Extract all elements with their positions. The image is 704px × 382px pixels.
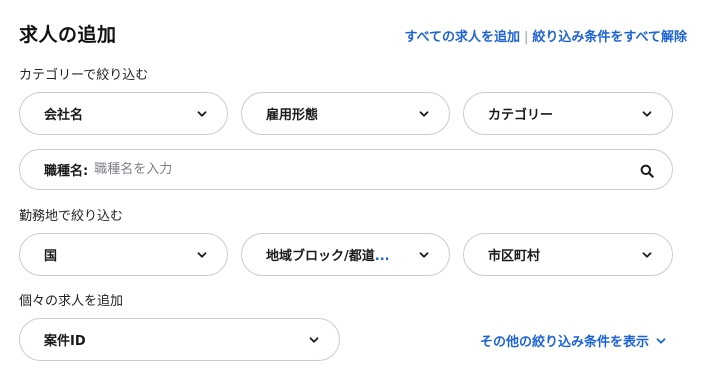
- job-title-input[interactable]: [94, 162, 640, 177]
- individual-jobs-label: 個々の求人を追加: [19, 294, 124, 309]
- city-dropdown-label: 市区町村: [488, 249, 541, 264]
- job-title-field-label: 職種名:: [44, 164, 89, 179]
- search-icon[interactable]: [640, 163, 654, 178]
- city-dropdown[interactable]: 市区町村: [463, 233, 673, 276]
- chevron-down-icon: [197, 250, 207, 260]
- category-filter-label: カテゴリーで絞り込む: [19, 68, 149, 83]
- country-dropdown[interactable]: 国: [19, 233, 228, 276]
- region-prefecture-dropdown-label: 地域ブロック/都道...: [266, 245, 419, 264]
- company-name-dropdown-label: 会社名: [44, 108, 84, 123]
- country-dropdown-label: 国: [44, 249, 58, 264]
- chevron-down-icon: [419, 250, 429, 260]
- truncation-ellipsis: ...: [374, 249, 390, 264]
- header-links: すべての求人を追加 | 絞り込み条件をすべて解除: [404, 26, 687, 45]
- chevron-down-icon: [419, 109, 429, 119]
- chevron-down-icon: [642, 109, 652, 119]
- job-title-search-field[interactable]: 職種名:: [19, 149, 673, 190]
- chevron-down-icon: [656, 336, 666, 346]
- chevron-down-icon: [309, 335, 319, 345]
- page-title: 求人の追加: [19, 24, 117, 46]
- clear-all-filters-link[interactable]: 絞り込み条件をすべて解除: [532, 30, 687, 45]
- location-filter-label: 勤務地で絞り込む: [19, 209, 124, 224]
- employment-type-dropdown-label: 雇用形態: [266, 108, 319, 123]
- add-all-jobs-link[interactable]: すべての求人を追加: [404, 30, 520, 45]
- chevron-down-icon: [642, 250, 652, 260]
- company-name-dropdown[interactable]: 会社名: [19, 92, 228, 135]
- job-id-dropdown-label: 案件ID: [44, 334, 86, 349]
- link-separator: |: [524, 30, 529, 45]
- show-more-filters-label: その他の絞り込み条件を表示: [479, 335, 649, 350]
- category-dropdown-label: カテゴリー: [488, 108, 554, 123]
- show-more-filters-link[interactable]: その他の絞り込み条件を表示: [480, 331, 666, 350]
- region-prefecture-dropdown[interactable]: 地域ブロック/都道...: [241, 233, 450, 276]
- chevron-down-icon: [197, 109, 207, 119]
- region-prefecture-text: 地域ブロック/都道: [266, 249, 375, 264]
- category-dropdown[interactable]: カテゴリー: [463, 92, 673, 135]
- job-id-dropdown[interactable]: 案件ID: [19, 318, 340, 361]
- employment-type-dropdown[interactable]: 雇用形態: [241, 92, 450, 135]
